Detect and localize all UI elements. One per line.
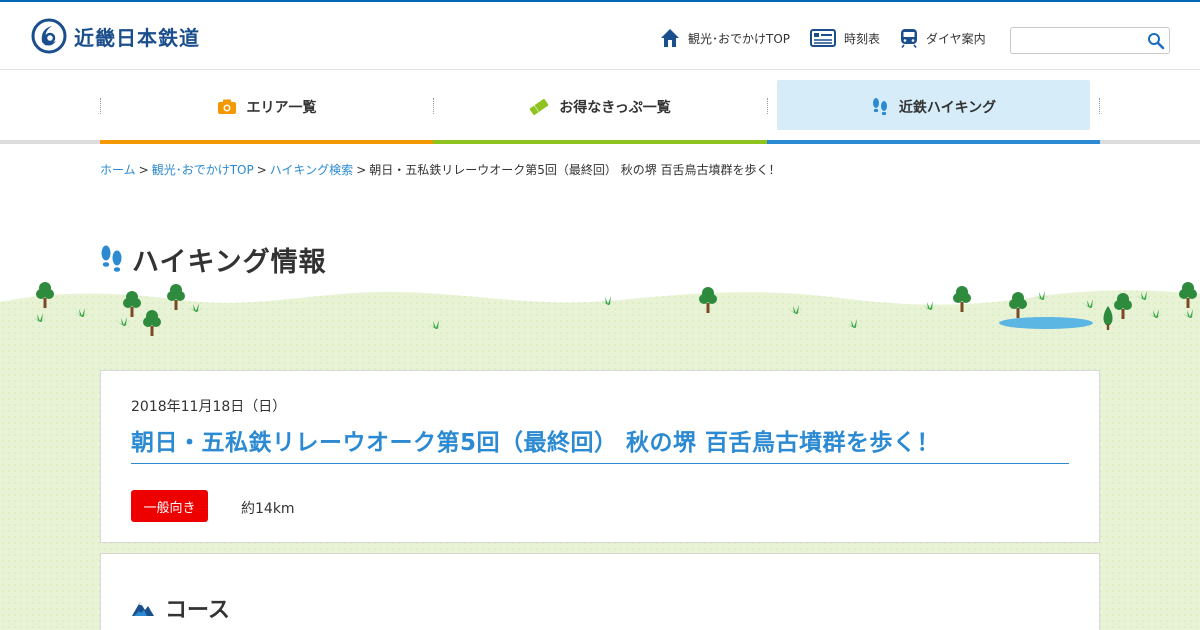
link-diagram-info[interactable]: ダイヤ案内: [900, 28, 986, 48]
nav-divider: [100, 98, 101, 114]
search-box: [1010, 27, 1170, 54]
course-card: コース: [100, 553, 1100, 630]
breadcrumb-separator: >: [138, 163, 149, 177]
site-header: 近畿日本鉄道 観光･おでかけTOP 時刻表 ダイヤ案内: [0, 2, 1200, 70]
nav-bar-orange: [100, 140, 433, 144]
mountain-icon: [132, 602, 154, 616]
breadcrumb-separator: >: [356, 163, 367, 177]
nav-item-kintetsu-hiking-label: 近鉄ハイキング: [898, 100, 997, 116]
course-heading-text: コース: [165, 598, 230, 623]
nav-bar-blue: [767, 140, 1100, 144]
breadcrumb-sightseeing-top[interactable]: 観光･おでかけTOP: [152, 163, 254, 177]
timetable-icon: [810, 29, 837, 47]
link-sightseeing-top-label: 観光･おでかけTOP: [688, 31, 791, 46]
nav-item-area-list[interactable]: エリア一覧: [100, 80, 433, 144]
breadcrumb-home[interactable]: ホーム: [100, 163, 136, 177]
level-badge: 一般向き: [131, 490, 208, 522]
event-distance: 約14km: [241, 501, 295, 517]
event-date: 2018年11月18日（日）: [131, 399, 287, 415]
logo-text: 近畿日本鉄道: [74, 25, 200, 50]
event-card: 2018年11月18日（日） 朝日・五私鉄リレーウオーク第5回（最終回） 秋の堺…: [100, 370, 1100, 543]
search-icon[interactable]: [1147, 32, 1165, 50]
breadcrumb-current: 朝日・五私鉄リレーウオーク第5回（最終回） 秋の堺 百舌鳥古墳群を歩く！: [369, 163, 781, 177]
search-input[interactable]: [1011, 28, 1139, 53]
nav-item-discount-tickets[interactable]: お得なきっぷ一覧: [433, 80, 767, 144]
page-heading: ハイキング情報: [132, 247, 327, 278]
home-icon: [661, 29, 679, 47]
nav-divider: [767, 98, 768, 114]
event-title: 朝日・五私鉄リレーウオーク第5回（最終回） 秋の堺 百舌鳥古墳群を歩く！: [131, 423, 1069, 464]
breadcrumb-separator: >: [256, 163, 267, 177]
nav-divider: [433, 98, 434, 114]
footprints-icon: [101, 245, 122, 272]
nav-divider: [1099, 98, 1100, 114]
nav-item-area-list-label: エリア一覧: [246, 100, 317, 116]
nav-item-discount-tickets-label: お得なきっぷ一覧: [559, 100, 671, 116]
ticket-icon: [529, 99, 549, 115]
link-diagram-info-label: ダイヤ案内: [926, 31, 986, 46]
kintetsu-logo-icon: [31, 18, 67, 54]
footprints-icon: [872, 98, 887, 116]
train-icon: [901, 29, 918, 48]
breadcrumb-hiking-search[interactable]: ハイキング検索: [270, 163, 353, 177]
link-timetable[interactable]: 時刻表: [810, 29, 880, 47]
breadcrumb: ホーム > 観光･おでかけTOP > ハイキング検索 > 朝日・五私鉄リレーウオーク第5回（…: [100, 161, 781, 178]
camera-icon: [217, 99, 236, 114]
site-logo[interactable]: 近畿日本鉄道: [30, 17, 200, 55]
link-sightseeing-top[interactable]: 観光･おでかけTOP: [660, 28, 790, 48]
link-timetable-label: 時刻表: [844, 31, 881, 46]
course-heading: コース: [131, 592, 230, 624]
page-title: ハイキング情報: [100, 240, 327, 279]
nav-bar-green: [433, 140, 767, 144]
nav-item-kintetsu-hiking[interactable]: 近鉄ハイキング: [767, 80, 1100, 144]
utility-links: 観光･おでかけTOP 時刻表 ダイヤ案内: [660, 28, 1006, 48]
